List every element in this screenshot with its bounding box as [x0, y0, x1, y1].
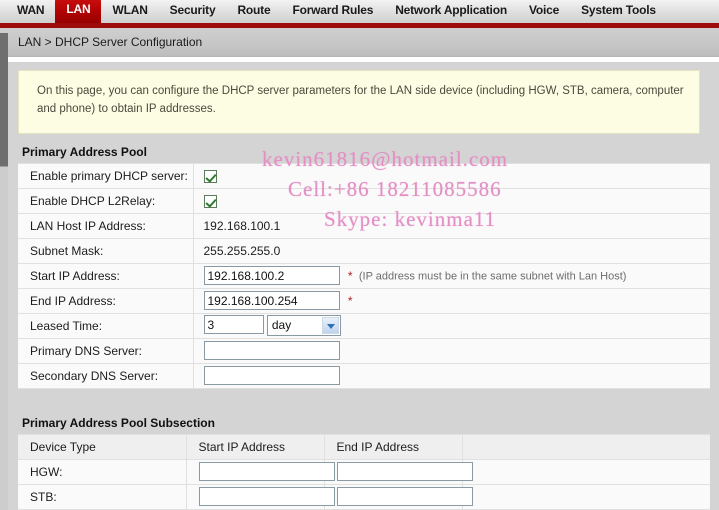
hgw-end-ip-input[interactable]	[337, 462, 473, 481]
stb-end-ip-cell	[324, 484, 462, 509]
start-ip-hint: (IP address must be in the same subnet w…	[359, 271, 627, 283]
lan-host-ip-label: LAN Host IP Address:	[18, 213, 193, 238]
enable-dhcp-cell	[193, 163, 710, 188]
stb-end-ip-input[interactable]	[337, 487, 473, 506]
nav-tab-security[interactable]: Security	[159, 0, 227, 23]
page-content: On this page, you can configure the DHCP…	[8, 62, 719, 510]
table-row-lan-host-ip: LAN Host IP Address: 192.168.100.1	[18, 213, 710, 238]
end-ip-label: End IP Address:	[18, 288, 193, 313]
primary-address-pool-heading: Primary Address Pool	[18, 142, 719, 163]
leased-time-unit-select[interactable]: day	[267, 315, 341, 336]
start-ip-required-marker: *	[343, 269, 356, 283]
hgw-start-ip-cell	[186, 459, 324, 484]
table-row-secondary-dns: Secondary DNS Server:	[18, 363, 710, 388]
leased-time-input[interactable]	[204, 315, 264, 334]
breadcrumb-text: LAN > DHCP Server Configuration	[18, 35, 202, 49]
nav-tab-forward-rules[interactable]: Forward Rules	[281, 0, 384, 23]
stb-start-ip-cell	[186, 484, 324, 509]
column-header-end-ip: End IP Address	[324, 434, 462, 459]
breadcrumb: LAN > DHCP Server Configuration	[0, 28, 719, 57]
secondary-dns-input[interactable]	[204, 366, 340, 385]
nav-tab-wlan[interactable]: WLAN	[101, 0, 158, 23]
secondary-dns-label: Secondary DNS Server:	[18, 363, 193, 388]
hgw-spacer-cell	[462, 459, 710, 484]
info-banner: On this page, you can configure the DHCP…	[18, 70, 700, 134]
start-ip-label: Start IP Address:	[18, 263, 193, 288]
secondary-dns-cell	[193, 363, 710, 388]
table-row: STB:	[18, 484, 710, 509]
router-admin-page: WAN LAN WLAN Security Route Forward Rule…	[0, 0, 719, 510]
left-rail	[0, 33, 8, 510]
column-header-device-type: Device Type	[18, 434, 186, 459]
nav-tab-lan[interactable]: LAN	[55, 0, 101, 23]
table-row-leased-time: Leased Time: day	[18, 313, 710, 338]
column-header-spacer	[462, 434, 710, 459]
leased-time-cell: day	[193, 313, 710, 338]
enable-l2relay-checkbox[interactable]	[204, 195, 217, 208]
table-header-row: Device Type Start IP Address End IP Addr…	[18, 434, 710, 459]
lan-host-ip-value: 192.168.100.1	[193, 213, 710, 238]
end-ip-cell: *	[193, 288, 710, 313]
enable-dhcp-label: Enable primary DHCP server:	[18, 163, 193, 188]
address-pool-subsection-table: Device Type Start IP Address End IP Addr…	[18, 434, 710, 510]
nav-tab-wan[interactable]: WAN	[6, 0, 55, 23]
stb-spacer-cell	[462, 484, 710, 509]
main-navigation: WAN LAN WLAN Security Route Forward Rule…	[0, 0, 719, 28]
stb-start-ip-input[interactable]	[199, 487, 335, 506]
device-type-stb: STB:	[18, 484, 186, 509]
primary-dns-input[interactable]	[204, 341, 340, 360]
device-type-hgw: HGW:	[18, 459, 186, 484]
column-header-start-ip: Start IP Address	[186, 434, 324, 459]
hgw-start-ip-input[interactable]	[199, 462, 335, 481]
enable-dhcp-checkbox[interactable]	[204, 170, 217, 183]
nav-tab-system-tools[interactable]: System Tools	[570, 0, 667, 23]
table-row-enable-l2relay: Enable DHCP L2Relay:	[18, 188, 710, 213]
subnet-mask-label: Subnet Mask:	[18, 238, 193, 263]
subsection-heading: Primary Address Pool Subsection	[18, 413, 719, 434]
chevron-down-icon	[322, 317, 339, 334]
nav-tab-voice[interactable]: Voice	[518, 0, 570, 23]
end-ip-required-marker: *	[343, 294, 356, 308]
start-ip-cell: * (IP address must be in the same subnet…	[193, 263, 710, 288]
hgw-end-ip-cell	[324, 459, 462, 484]
enable-l2relay-label: Enable DHCP L2Relay:	[18, 188, 193, 213]
table-row-enable-dhcp: Enable primary DHCP server:	[18, 163, 710, 188]
primary-dns-cell	[193, 338, 710, 363]
primary-dns-label: Primary DNS Server:	[18, 338, 193, 363]
table-row-start-ip: Start IP Address: * (IP address must be …	[18, 263, 710, 288]
subnet-mask-value: 255.255.255.0	[193, 238, 710, 263]
start-ip-input[interactable]	[204, 266, 340, 285]
table-row-subnet-mask: Subnet Mask: 255.255.255.0	[18, 238, 710, 263]
nav-tab-route[interactable]: Route	[226, 0, 281, 23]
section-divider	[8, 389, 719, 405]
end-ip-input[interactable]	[204, 291, 340, 310]
enable-l2relay-cell	[193, 188, 710, 213]
leased-time-label: Leased Time:	[18, 313, 193, 338]
table-row-end-ip: End IP Address: *	[18, 288, 710, 313]
nav-tab-network-application[interactable]: Network Application	[384, 0, 518, 23]
primary-address-pool-table: Enable primary DHCP server: Enable DHCP …	[18, 163, 710, 389]
table-row: HGW:	[18, 459, 710, 484]
leased-time-unit-value: day	[268, 318, 291, 332]
table-row-primary-dns: Primary DNS Server:	[18, 338, 710, 363]
